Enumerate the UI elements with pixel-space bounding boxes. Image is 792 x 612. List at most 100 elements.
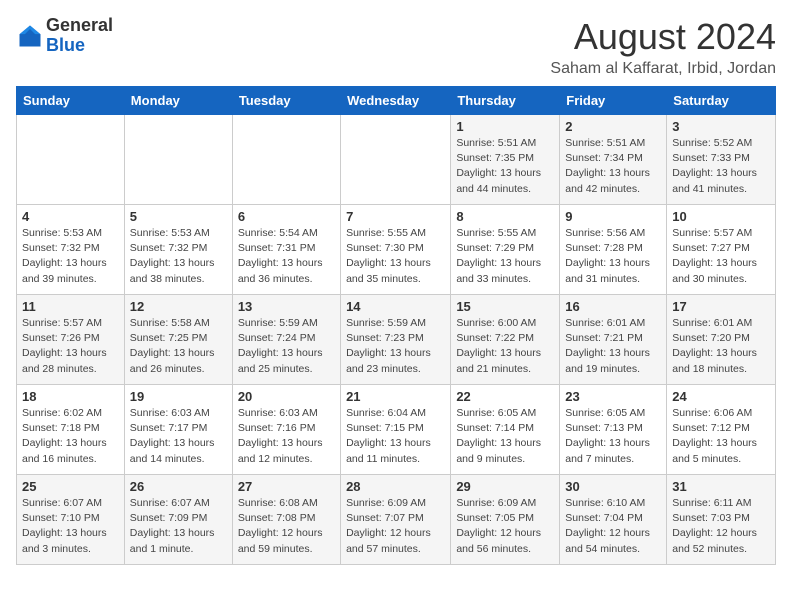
- day-number: 9: [565, 209, 661, 224]
- day-number: 30: [565, 479, 661, 494]
- month-title: August 2024: [550, 16, 776, 58]
- day-number: 11: [22, 299, 119, 314]
- calendar-cell: 1 Sunrise: 5:51 AM Sunset: 7:35 PM Daylig…: [451, 115, 560, 205]
- day-info: Sunrise: 6:04 AM Sunset: 7:15 PM Dayligh…: [346, 406, 445, 467]
- day-info: Sunrise: 6:05 AM Sunset: 7:14 PM Dayligh…: [456, 406, 554, 467]
- day-info: Sunrise: 6:03 AM Sunset: 7:17 PM Dayligh…: [130, 406, 227, 467]
- day-info: Sunrise: 5:55 AM Sunset: 7:30 PM Dayligh…: [346, 226, 445, 287]
- calendar-cell: 27 Sunrise: 6:08 AM Sunset: 7:08 PM Dayli…: [232, 475, 340, 565]
- day-number: 3: [672, 119, 770, 134]
- calendar-week-row: 11 Sunrise: 5:57 AM Sunset: 7:26 PM Dayli…: [17, 295, 776, 385]
- calendar-cell: 22 Sunrise: 6:05 AM Sunset: 7:14 PM Dayli…: [451, 385, 560, 475]
- day-number: 28: [346, 479, 445, 494]
- calendar-cell: [124, 115, 232, 205]
- calendar-cell: 8Sunrise: 5:55 AM Sunset: 7:29 PM Daylig…: [451, 205, 560, 295]
- day-info: Sunrise: 6:02 AM Sunset: 7:18 PM Dayligh…: [22, 406, 119, 467]
- location-title: Saham al Kaffarat, Irbid, Jordan: [550, 60, 776, 78]
- calendar-day-header: Sunday: [17, 87, 125, 115]
- calendar-cell: 31 Sunrise: 6:11 AM Sunset: 7:03 PM Dayli…: [667, 475, 776, 565]
- day-number: 27: [238, 479, 335, 494]
- calendar-week-row: 4 Sunrise: 5:53 AM Sunset: 7:32 PM Daylig…: [17, 205, 776, 295]
- day-number: 20: [238, 389, 335, 404]
- calendar-cell: 30 Sunrise: 6:10 AM Sunset: 7:04 PM Dayli…: [560, 475, 667, 565]
- calendar-cell: 24 Sunrise: 6:06 AM Sunset: 7:12 PM Dayli…: [667, 385, 776, 475]
- day-info: Sunrise: 6:09 AM Sunset: 7:07 PM Dayligh…: [346, 496, 445, 557]
- day-info: Sunrise: 5:56 AM Sunset: 7:28 PM Dayligh…: [565, 226, 661, 287]
- day-number: 18: [22, 389, 119, 404]
- day-number: 19: [130, 389, 227, 404]
- day-info: Sunrise: 6:08 AM Sunset: 7:08 PM Dayligh…: [238, 496, 335, 557]
- day-info: Sunrise: 5:54 AM Sunset: 7:31 PM Dayligh…: [238, 226, 335, 287]
- calendar-cell: [232, 115, 340, 205]
- logo: General Blue: [16, 16, 113, 56]
- calendar-cell: 7 Sunrise: 5:55 AM Sunset: 7:30 PM Daylig…: [341, 205, 451, 295]
- day-info: Sunrise: 6:01 AM Sunset: 7:21 PM Dayligh…: [565, 316, 661, 377]
- calendar-day-header: Monday: [124, 87, 232, 115]
- calendar-cell: 11 Sunrise: 5:57 AM Sunset: 7:26 PM Dayli…: [17, 295, 125, 385]
- calendar-cell: [341, 115, 451, 205]
- day-number: 29: [456, 479, 554, 494]
- calendar-cell: 20 Sunrise: 6:03 AM Sunset: 7:16 PM Dayli…: [232, 385, 340, 475]
- day-info: Sunrise: 5:51 AM Sunset: 7:35 PM Dayligh…: [456, 136, 554, 197]
- logo-blue-text: Blue: [46, 35, 85, 55]
- day-info: Sunrise: 6:11 AM Sunset: 7:03 PM Dayligh…: [672, 496, 770, 557]
- calendar-cell: 15Sunrise: 6:00 AM Sunset: 7:22 PM Dayli…: [451, 295, 560, 385]
- calendar-cell: 10 Sunrise: 5:57 AM Sunset: 7:27 PM Dayli…: [667, 205, 776, 295]
- day-info: Sunrise: 5:53 AM Sunset: 7:32 PM Dayligh…: [130, 226, 227, 287]
- day-number: 23: [565, 389, 661, 404]
- day-number: 5: [130, 209, 227, 224]
- calendar-week-row: 1 Sunrise: 5:51 AM Sunset: 7:35 PM Daylig…: [17, 115, 776, 205]
- calendar-cell: 12 Sunrise: 5:58 AM Sunset: 7:25 PM Dayli…: [124, 295, 232, 385]
- day-number: 31: [672, 479, 770, 494]
- day-number: 24: [672, 389, 770, 404]
- day-number: 2: [565, 119, 661, 134]
- logo-icon: [16, 22, 44, 50]
- calendar-day-header: Saturday: [667, 87, 776, 115]
- day-number: 12: [130, 299, 227, 314]
- day-info: Sunrise: 6:07 AM Sunset: 7:10 PM Dayligh…: [22, 496, 119, 557]
- day-number: 25: [22, 479, 119, 494]
- day-info: Sunrise: 6:05 AM Sunset: 7:13 PM Dayligh…: [565, 406, 661, 467]
- calendar-week-row: 18 Sunrise: 6:02 AM Sunset: 7:18 PM Dayli…: [17, 385, 776, 475]
- day-info: Sunrise: 6:00 AM Sunset: 7:22 PM Dayligh…: [456, 316, 554, 377]
- calendar-cell: 4 Sunrise: 5:53 AM Sunset: 7:32 PM Daylig…: [17, 205, 125, 295]
- day-info: Sunrise: 5:58 AM Sunset: 7:25 PM Dayligh…: [130, 316, 227, 377]
- calendar-week-row: 25 Sunrise: 6:07 AM Sunset: 7:10 PM Dayli…: [17, 475, 776, 565]
- day-number: 6: [238, 209, 335, 224]
- day-number: 17: [672, 299, 770, 314]
- calendar-cell: 25 Sunrise: 6:07 AM Sunset: 7:10 PM Dayli…: [17, 475, 125, 565]
- calendar-cell: 14Sunrise: 5:59 AM Sunset: 7:23 PM Dayli…: [341, 295, 451, 385]
- day-info: Sunrise: 6:07 AM Sunset: 7:09 PM Dayligh…: [130, 496, 227, 557]
- calendar-cell: 3 Sunrise: 5:52 AM Sunset: 7:33 PM Daylig…: [667, 115, 776, 205]
- day-number: 4: [22, 209, 119, 224]
- calendar-cell: 21 Sunrise: 6:04 AM Sunset: 7:15 PM Dayli…: [341, 385, 451, 475]
- day-number: 22: [456, 389, 554, 404]
- day-number: 1: [456, 119, 554, 134]
- calendar-body: 1 Sunrise: 5:51 AM Sunset: 7:35 PM Daylig…: [17, 115, 776, 565]
- calendar-cell: 19 Sunrise: 6:03 AM Sunset: 7:17 PM Dayli…: [124, 385, 232, 475]
- page-header: General Blue August 2024 Saham al Kaffar…: [16, 16, 776, 78]
- logo-general-text: General: [46, 15, 113, 35]
- calendar-day-header: Wednesday: [341, 87, 451, 115]
- title-block: August 2024 Saham al Kaffarat, Irbid, Jo…: [550, 16, 776, 78]
- day-info: Sunrise: 6:06 AM Sunset: 7:12 PM Dayligh…: [672, 406, 770, 467]
- day-info: Sunrise: 5:52 AM Sunset: 7:33 PM Dayligh…: [672, 136, 770, 197]
- calendar-cell: 2 Sunrise: 5:51 AM Sunset: 7:34 PM Daylig…: [560, 115, 667, 205]
- day-number: 7: [346, 209, 445, 224]
- day-info: Sunrise: 5:51 AM Sunset: 7:34 PM Dayligh…: [565, 136, 661, 197]
- calendar-cell: 16 Sunrise: 6:01 AM Sunset: 7:21 PM Dayli…: [560, 295, 667, 385]
- day-info: Sunrise: 6:10 AM Sunset: 7:04 PM Dayligh…: [565, 496, 661, 557]
- calendar-cell: 9 Sunrise: 5:56 AM Sunset: 7:28 PM Daylig…: [560, 205, 667, 295]
- day-info: Sunrise: 5:57 AM Sunset: 7:26 PM Dayligh…: [22, 316, 119, 377]
- day-info: Sunrise: 5:53 AM Sunset: 7:32 PM Dayligh…: [22, 226, 119, 287]
- day-number: 16: [565, 299, 661, 314]
- day-info: Sunrise: 6:03 AM Sunset: 7:16 PM Dayligh…: [238, 406, 335, 467]
- calendar-cell: 18 Sunrise: 6:02 AM Sunset: 7:18 PM Dayli…: [17, 385, 125, 475]
- day-info: Sunrise: 5:57 AM Sunset: 7:27 PM Dayligh…: [672, 226, 770, 287]
- calendar-cell: 26Sunrise: 6:07 AM Sunset: 7:09 PM Dayli…: [124, 475, 232, 565]
- day-number: 10: [672, 209, 770, 224]
- day-info: Sunrise: 5:59 AM Sunset: 7:24 PM Dayligh…: [238, 316, 335, 377]
- day-info: Sunrise: 5:59 AM Sunset: 7:23 PM Dayligh…: [346, 316, 445, 377]
- day-number: 21: [346, 389, 445, 404]
- calendar-header-row: SundayMondayTuesdayWednesdayThursdayFrid…: [17, 87, 776, 115]
